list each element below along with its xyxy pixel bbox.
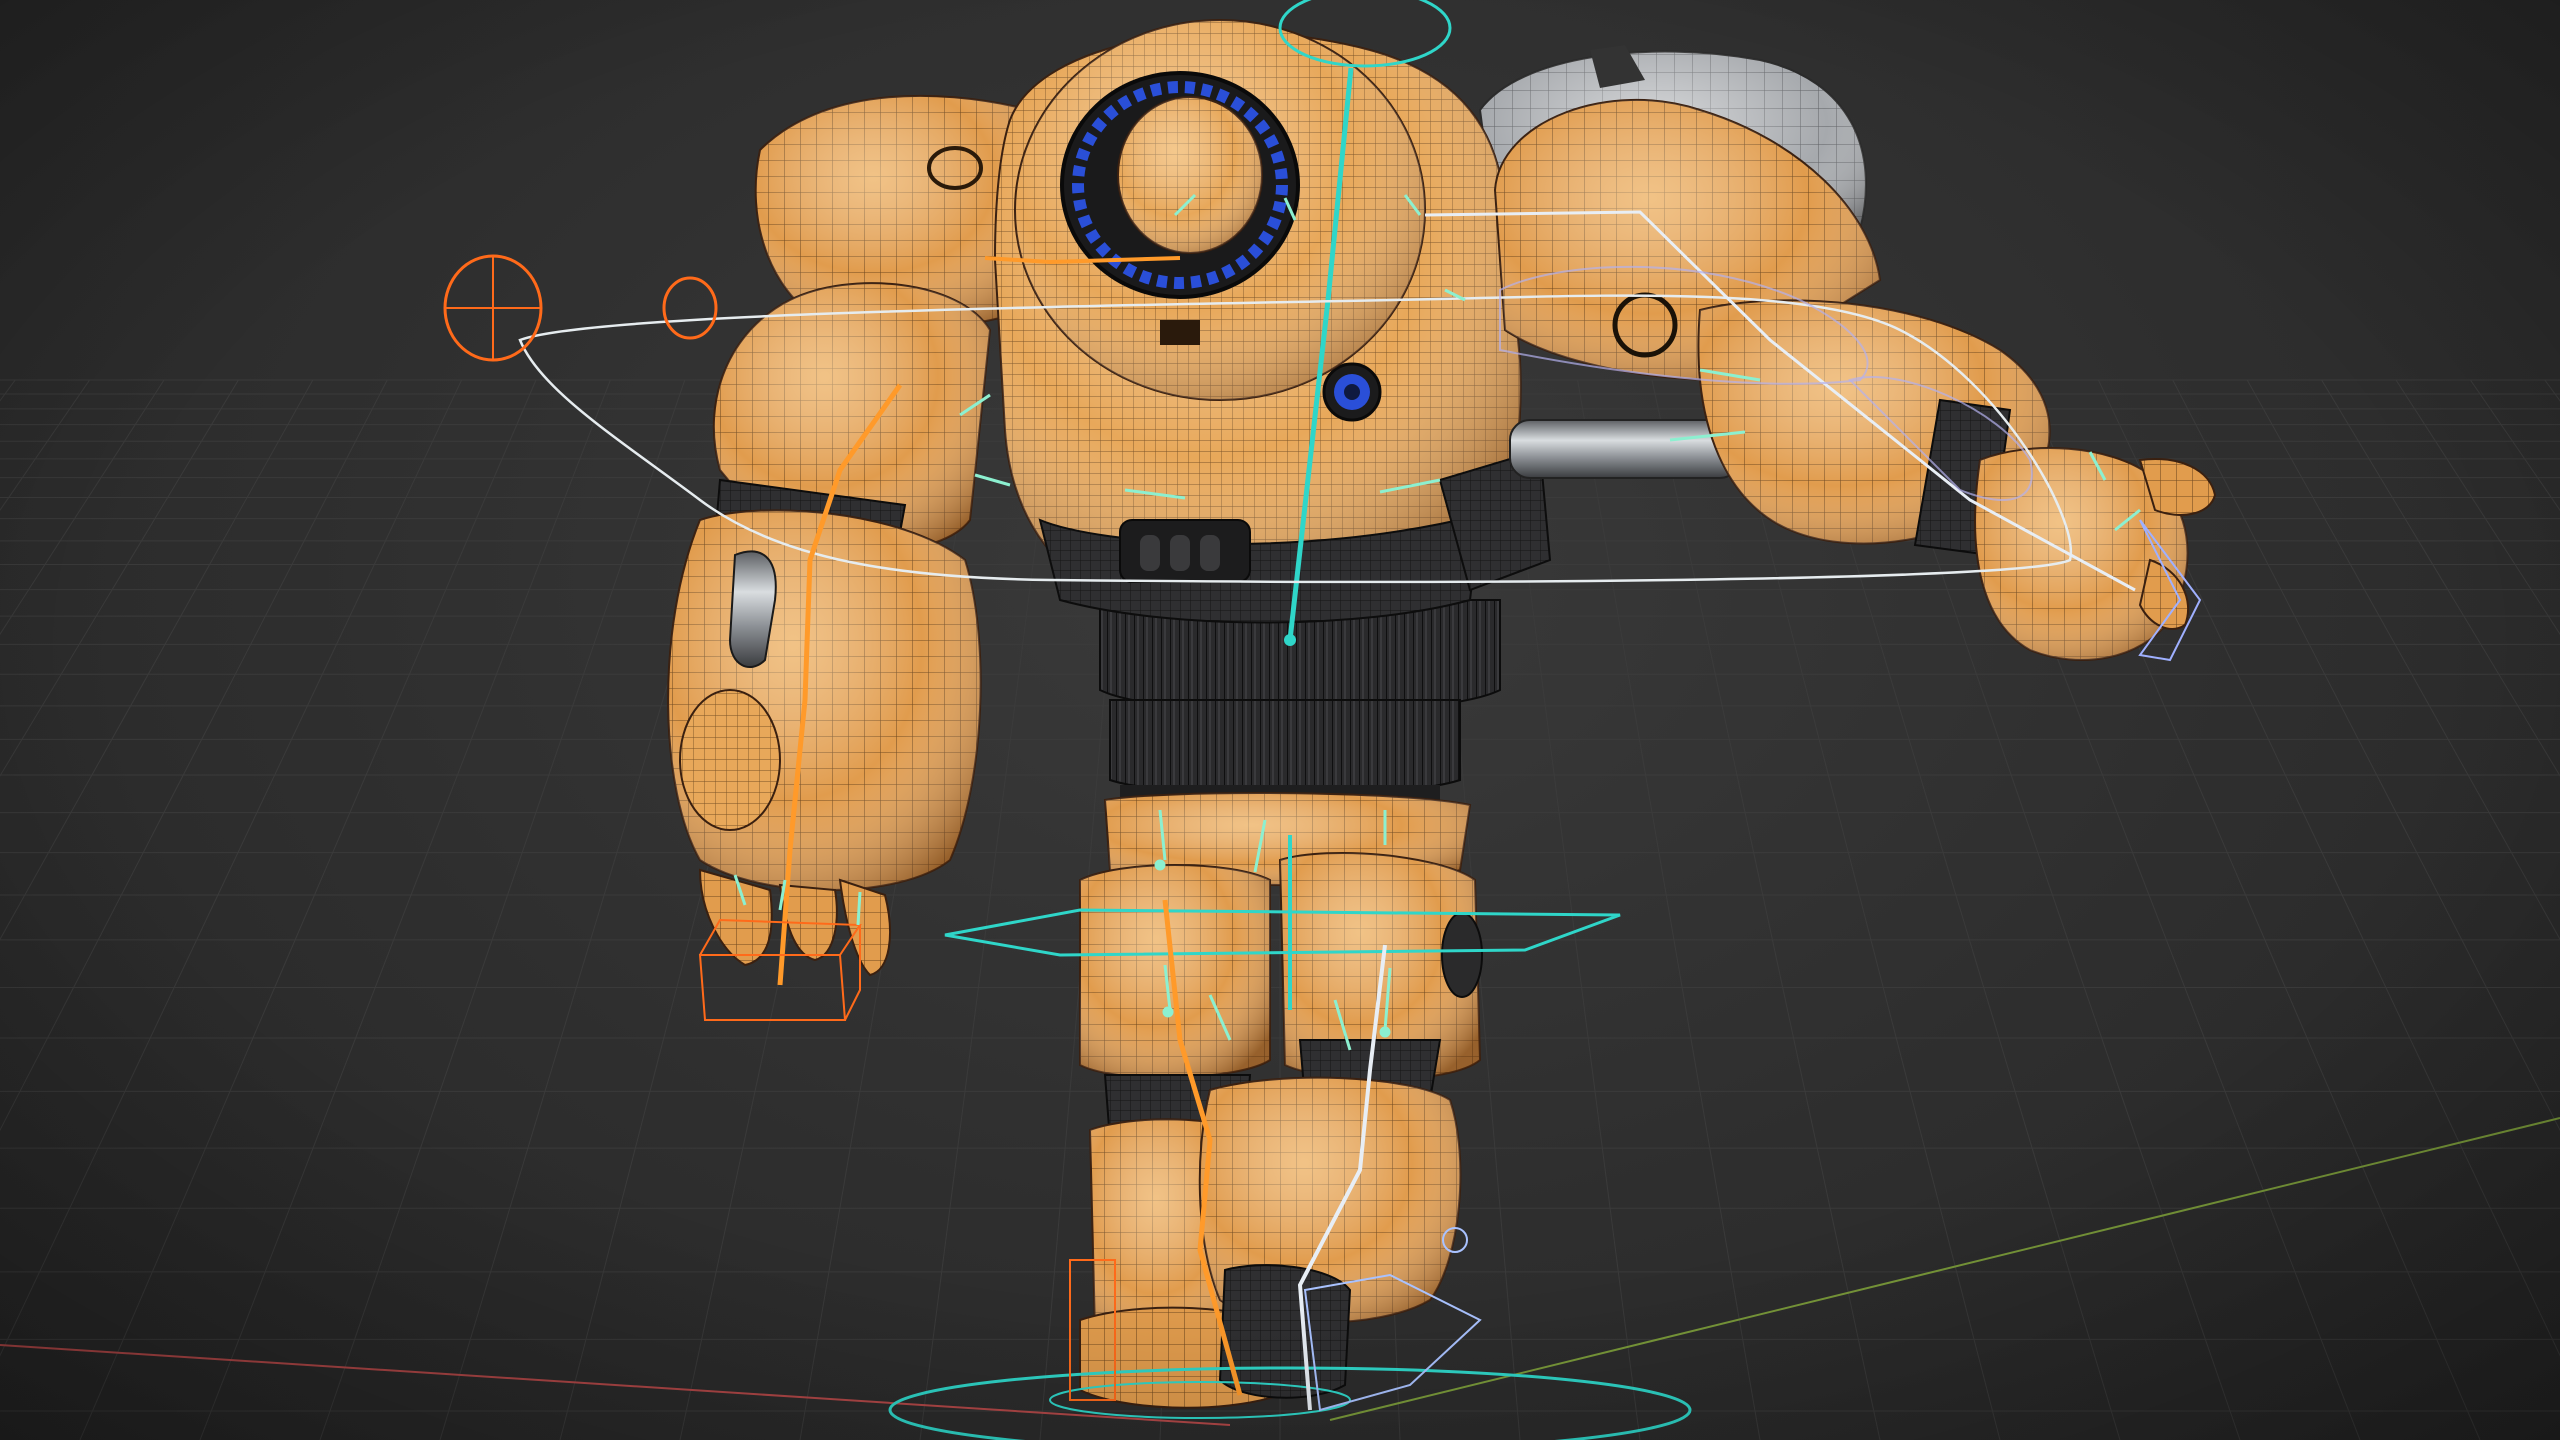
3d-viewport[interactable] [0, 0, 2560, 1440]
viewport-canvas[interactable] [0, 0, 2560, 1440]
viewport-vignette [0, 0, 2560, 1440]
